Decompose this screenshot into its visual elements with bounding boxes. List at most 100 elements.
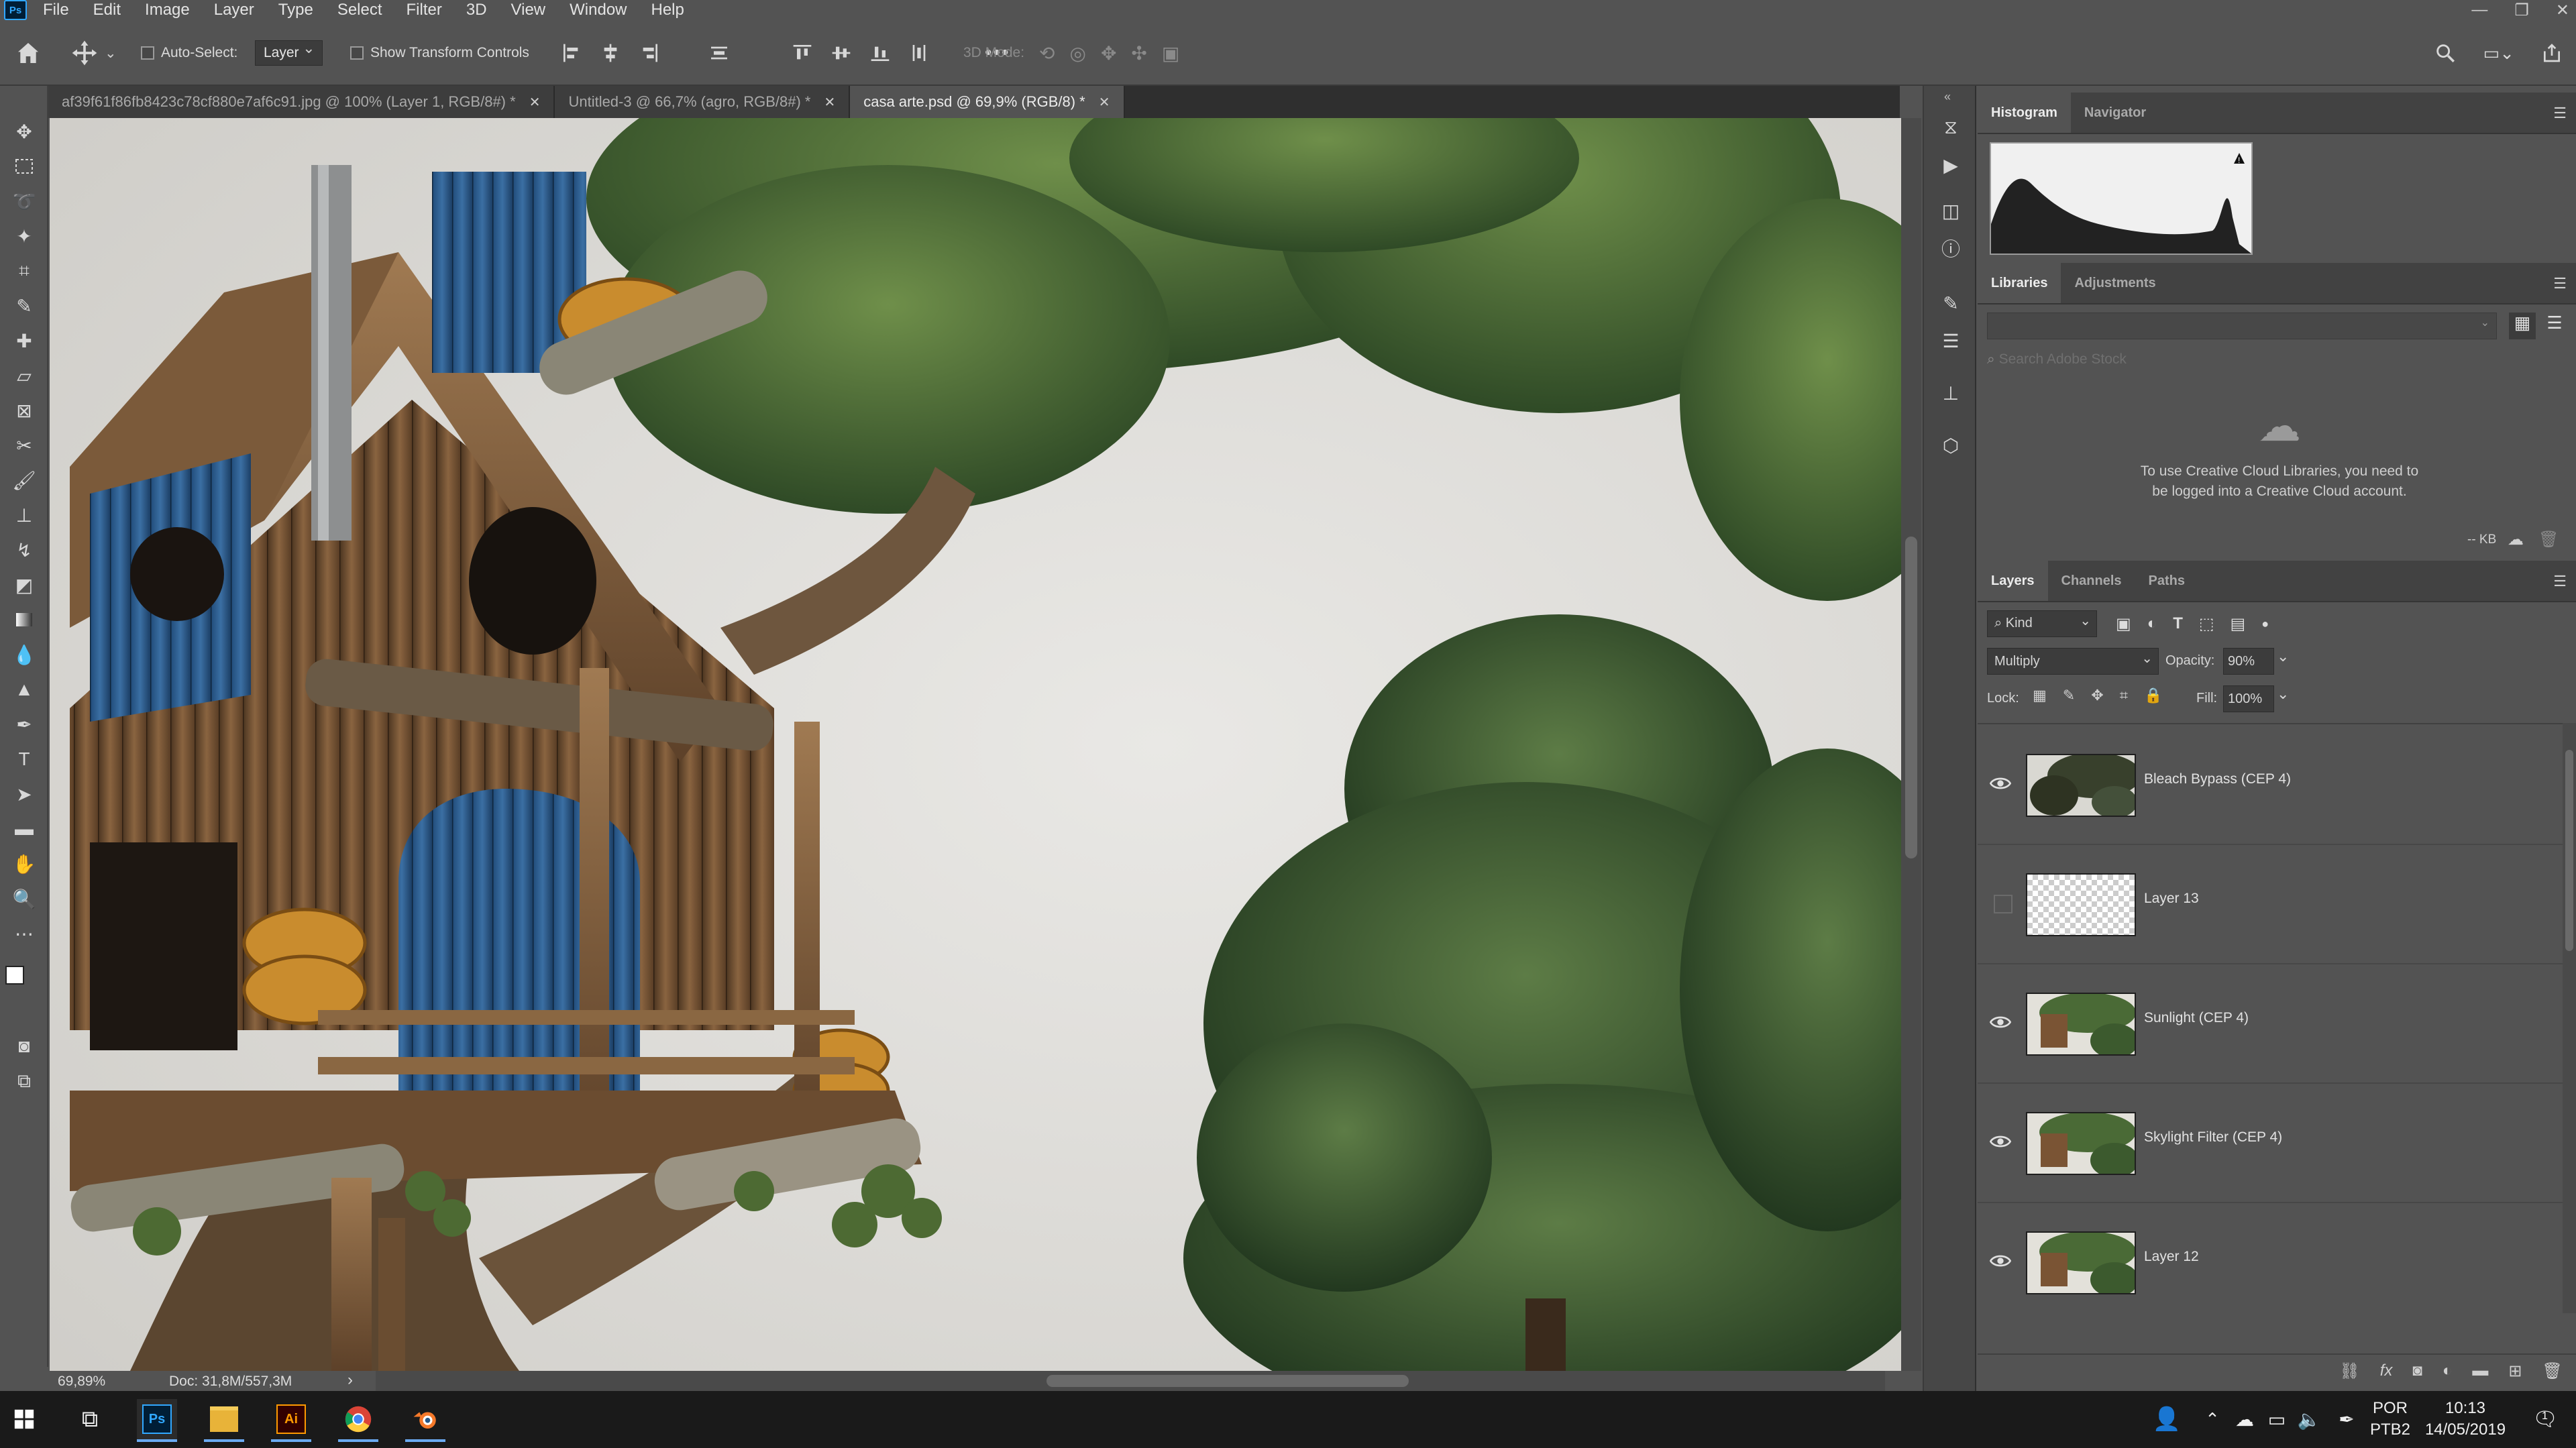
search-icon[interactable] (2434, 42, 2457, 64)
grid-view-icon[interactable]: ▦ (2509, 313, 2536, 339)
quick-mask-icon[interactable]: ◙ (11, 1033, 38, 1060)
layer-name[interactable]: Layer 12 (2144, 1249, 2199, 1265)
foreground-color-swatch[interactable] (5, 966, 24, 985)
auto-select-checkbox-box[interactable] (141, 46, 154, 60)
tab-adjustments[interactable]: Adjustments (2061, 263, 2169, 303)
auto-select-target-value[interactable]: Layer (255, 40, 323, 66)
visibility-eye-icon[interactable] (1990, 773, 2011, 794)
filter-shape-icon[interactable]: ⬚ (2199, 614, 2214, 634)
3d-orbit-icon[interactable]: ⟲ (1039, 42, 1055, 64)
edit-toolbar-icon[interactable]: ⋯ (11, 920, 38, 947)
lasso-tool-icon[interactable]: ➰ (11, 188, 38, 215)
opacity-slider-arrow-icon[interactable]: ⌄ (2277, 648, 2289, 665)
eraser-tool-icon[interactable]: ◩ (11, 571, 38, 598)
lock-image-icon[interactable]: ✎ (2063, 687, 2075, 704)
align-center-h-icon[interactable] (600, 42, 621, 64)
library-select[interactable]: ⌄ (1987, 313, 2497, 339)
layer-style-fx-icon[interactable]: fx (2380, 1361, 2393, 1381)
distribute-h-icon[interactable] (708, 42, 730, 64)
actions-play-icon[interactable]: ▶ (1937, 152, 1964, 178)
panel-menu-icon[interactable]: ☰ (2553, 573, 2567, 590)
align-middle-v-icon[interactable] (830, 42, 852, 64)
menu-image[interactable]: Image (133, 0, 202, 20)
menu-layer[interactable]: Layer (202, 0, 266, 20)
tab-layers[interactable]: Layers (1978, 561, 2048, 601)
properties-panel-icon[interactable]: ◫ (1937, 197, 1964, 224)
visibility-toggle-empty[interactable] (1994, 895, 2012, 913)
layers-scrollbar-thumb[interactable] (2565, 750, 2573, 951)
action-center-icon[interactable]: 🗨 1 (2525, 1399, 2565, 1439)
show-transform-controls-checkbox[interactable]: Show Transform Controls (350, 20, 529, 86)
zoom-tool-icon[interactable]: 🔍 (11, 885, 38, 912)
blend-mode-select[interactable]: Multiply ⌄ (1987, 648, 2159, 675)
document-tab-2[interactable]: Untitled-3 @ 66,7% (agro, RGB/8#) * ✕ (555, 86, 851, 118)
people-icon[interactable]: 👤 (2147, 1399, 2187, 1439)
move-tool-icon[interactable]: ✥ (11, 118, 38, 145)
move-tool-preset-icon[interactable]: ⌄ (70, 20, 117, 86)
align-left-icon[interactable] (561, 42, 582, 64)
menu-window[interactable]: Window (557, 0, 639, 20)
shape-tool-icon[interactable]: ▬ (11, 816, 38, 842)
magic-wand-tool-icon[interactable]: ✦ (11, 223, 38, 249)
zoom-level[interactable]: 69,89% (58, 1374, 105, 1390)
history-panel-icon[interactable]: ⧖ (1937, 114, 1964, 141)
layer-row-bleach-bypass[interactable]: Bleach Bypass (CEP 4) (1978, 724, 2563, 845)
brush-tool-icon[interactable]: 🖌 (11, 467, 38, 494)
close-tab-icon[interactable]: ✕ (824, 94, 836, 111)
ruler-tool-icon[interactable]: ▱ (11, 362, 38, 389)
add-mask-icon[interactable]: ◙ (2412, 1361, 2422, 1381)
gradient-tool-icon[interactable] (11, 606, 38, 633)
adjust-sliders-icon[interactable]: ☰ (1937, 327, 1964, 354)
align-top-icon[interactable] (792, 42, 813, 64)
menu-help[interactable]: Help (639, 0, 696, 20)
tab-navigator[interactable]: Navigator (2071, 93, 2159, 133)
opacity-input[interactable]: 90% (2223, 648, 2274, 675)
close-window-icon[interactable]: ✕ (2556, 1, 2569, 20)
collapse-dock-icon[interactable]: « (1944, 90, 1951, 104)
frame-tool-icon[interactable]: ⊠ (11, 397, 38, 424)
menu-3d[interactable]: 3D (454, 0, 499, 20)
layer-row-sunlight[interactable]: Sunlight (CEP 4) (1978, 963, 2563, 1084)
filter-smart-object-icon[interactable]: ▤ (2231, 614, 2246, 634)
layer-row-layer-13[interactable]: Layer 13 (1978, 844, 2563, 964)
taskbar-illustrator-icon[interactable]: Ai (271, 1399, 311, 1442)
layer-name[interactable]: Sunlight (CEP 4) (2144, 1010, 2249, 1026)
lock-artboard-icon[interactable]: ⌗ (2120, 687, 2128, 704)
menu-file[interactable]: File (27, 0, 81, 20)
new-adjustment-layer-icon[interactable]: ◐ (2443, 1361, 2453, 1381)
pen-workspace-icon[interactable]: ✒ (2326, 1399, 2367, 1439)
layer-name[interactable]: Bleach Bypass (CEP 4) (2144, 771, 2291, 787)
show-transform-checkbox-box[interactable] (350, 46, 364, 60)
volume-icon[interactable]: 🔈 (2289, 1399, 2329, 1439)
taskbar-chrome-icon[interactable] (338, 1399, 378, 1442)
menu-select[interactable]: Select (325, 0, 394, 20)
3d-panel-icon[interactable]: ⬡ (1937, 432, 1964, 459)
clone-stamp-tool-icon[interactable]: ⊥ (11, 502, 38, 528)
visibility-eye-icon[interactable] (1990, 1011, 2011, 1033)
brush-settings-icon[interactable]: ✎ (1937, 290, 1964, 317)
document-tab-1[interactable]: af39f61f86fb8423c78cf880e7af6c91.jpg @ 1… (48, 86, 555, 118)
taskbar-file-explorer-icon[interactable] (204, 1399, 244, 1442)
3d-scale-icon[interactable]: ▣ (1162, 42, 1179, 64)
panel-menu-icon[interactable]: ☰ (2553, 275, 2567, 292)
visibility-eye-icon[interactable] (1990, 1131, 2011, 1152)
filter-type-icon[interactable]: T (2173, 614, 2183, 633)
marquee-tool-icon[interactable] (11, 153, 38, 180)
restore-icon[interactable]: ❐ (2514, 1, 2529, 20)
visibility-eye-icon[interactable] (1990, 1250, 2011, 1272)
type-tool-icon[interactable]: T (11, 746, 38, 773)
cc-sync-icon[interactable]: ☁ (2508, 530, 2524, 549)
fill-slider-arrow-icon[interactable]: ⌄ (2277, 685, 2289, 703)
lock-position-icon[interactable]: ✥ (2091, 687, 2103, 704)
3d-pan-icon[interactable]: ✥ (1101, 42, 1116, 64)
tab-channels[interactable]: Channels (2048, 561, 2135, 601)
blur-tool-icon[interactable]: 💧 (11, 641, 38, 668)
task-view-icon[interactable]: ⧉ (70, 1399, 110, 1439)
horizontal-scrollbar-thumb[interactable] (1046, 1375, 1409, 1387)
align-right-icon[interactable] (639, 42, 660, 64)
stock-search-field[interactable]: ⌕ Search Adobe Stock (1987, 351, 2565, 378)
menu-filter[interactable]: Filter (394, 0, 454, 20)
library-trash-icon[interactable]: 🗑 (2538, 530, 2559, 549)
document-canvas[interactable] (50, 118, 1901, 1371)
auto-select-checkbox[interactable]: Auto-Select: (141, 20, 237, 86)
